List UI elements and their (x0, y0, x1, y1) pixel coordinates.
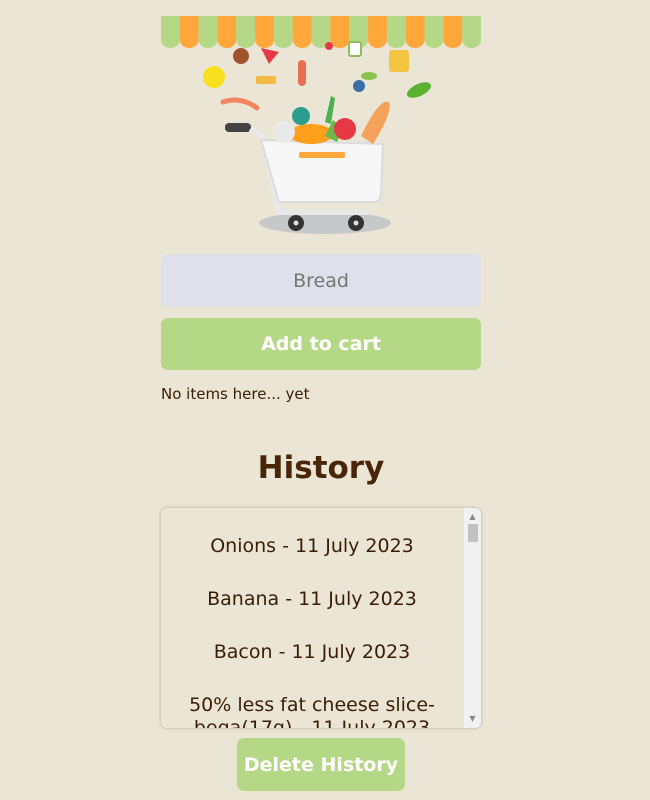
history-item: Banana - 11 July 2023 (207, 588, 417, 610)
empty-cart-message: No items here... yet (161, 385, 310, 403)
scroll-down-arrow-icon[interactable]: ▼ (464, 712, 481, 726)
history-list-box[interactable]: Onions - 11 July 2023 Banana - 11 July 2… (161, 508, 481, 728)
add-to-cart-button[interactable]: Add to cart (161, 318, 481, 370)
item-input[interactable] (161, 254, 481, 307)
hero-illustration (161, 16, 481, 242)
history-item: 50% less fat cheese slice-bega(17g) - 11… (189, 694, 435, 728)
scrollbar-thumb[interactable] (468, 524, 478, 542)
history-scrollbar[interactable]: ▲ ▼ (464, 508, 481, 728)
history-list: Onions - 11 July 2023 Banana - 11 July 2… (161, 508, 463, 728)
delete-history-button[interactable]: Delete History (237, 738, 405, 791)
history-title: History (257, 450, 385, 486)
shopping-cart-icon (203, 41, 432, 234)
history-item: Onions - 11 July 2023 (210, 535, 414, 557)
scroll-up-arrow-icon[interactable]: ▲ (464, 510, 481, 524)
history-item: Bacon - 11 July 2023 (213, 641, 411, 663)
